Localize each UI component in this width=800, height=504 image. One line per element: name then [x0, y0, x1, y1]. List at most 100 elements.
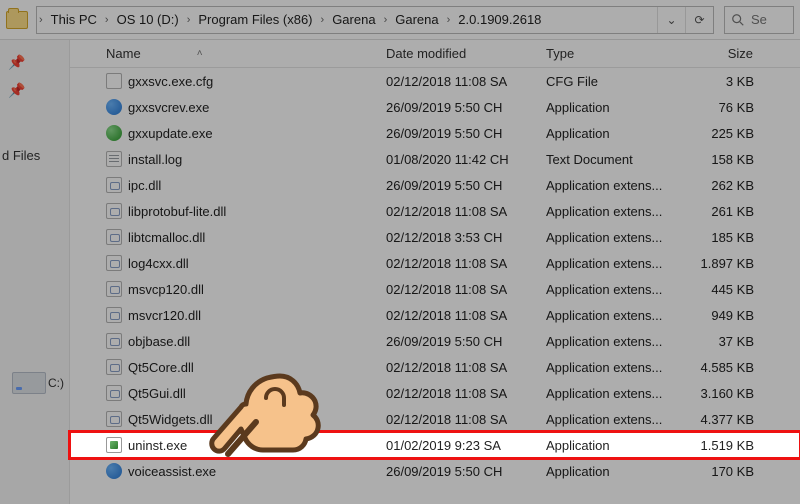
file-row[interactable]: objbase.dll26/09/2019 5:50 CHApplication…: [70, 328, 800, 354]
file-date: 26/09/2019 5:50 CH: [380, 464, 540, 479]
file-icon: [106, 437, 122, 453]
file-icon: [106, 177, 122, 193]
breadcrumb-item[interactable]: 2.0.1909.2618: [452, 7, 547, 33]
chevron-right-icon: ›: [37, 14, 45, 26]
file-type: Application extens...: [540, 230, 680, 245]
file-date: 26/09/2019 5:50 CH: [380, 100, 540, 115]
file-type: Application extens...: [540, 178, 680, 193]
file-size: 949 KB: [680, 308, 760, 323]
file-row[interactable]: Qt5Widgets.dll 02/12/2018 11:08 SAApplica…: [70, 406, 800, 432]
file-type: Application extens...: [540, 412, 680, 427]
file-row[interactable]: gxxsvc.exe.cfg 02/12/2018 11:08 SACFG Fil…: [70, 68, 800, 94]
file-type: Application extens...: [540, 308, 680, 323]
search-input[interactable]: Se: [724, 6, 794, 34]
file-date: 02/12/2018 11:08 SA: [380, 256, 540, 271]
file-date: 01/02/2019 9:23 SA: [380, 438, 540, 453]
file-name: Qt5Widgets.dll: [128, 412, 213, 427]
chevron-down-icon[interactable]: ⌄: [657, 6, 685, 34]
file-icon: [106, 99, 122, 115]
breadcrumb-item[interactable]: Garena: [326, 7, 381, 33]
file-type: Application extens...: [540, 256, 680, 271]
breadcrumb-item[interactable]: Garena: [389, 7, 444, 33]
breadcrumb-item[interactable]: OS 10 (D:): [111, 7, 185, 33]
file-list: gxxsvc.exe.cfg02/12/2018 11:08 SACFG Fil…: [70, 68, 800, 484]
breadcrumb-item[interactable]: This PC: [45, 7, 103, 33]
file-size: 1.519 KB: [680, 438, 760, 453]
file-size: 262 KB: [680, 178, 760, 193]
file-row-highlighted[interactable]: uninst.exe01/02/2019 9:23 SAApplication1…: [70, 432, 800, 458]
file-date: 01/08/2020 11:42 CH: [380, 152, 540, 167]
file-icon: [106, 229, 122, 245]
file-name: Qt5Core.dll: [128, 360, 194, 375]
column-label: Name: [106, 46, 141, 61]
file-size: 170 KB: [680, 464, 760, 479]
file-row[interactable]: gxxupdate.exe26/09/2019 5:50 CHApplicati…: [70, 120, 800, 146]
column-header-date[interactable]: Date modified: [380, 40, 540, 67]
file-name: gxxsvc.exe.cfg: [128, 74, 213, 89]
file-size: 4.377 KB: [680, 412, 760, 427]
chevron-right-icon: ›: [185, 14, 193, 26]
file-name: install.log: [128, 152, 182, 167]
file-type: Application extens...: [540, 360, 680, 375]
file-name: libtcmalloc.dll: [128, 230, 205, 245]
file-name: ipc.dll: [128, 178, 161, 193]
file-date: 02/12/2018 11:08 SA: [380, 412, 540, 427]
refresh-icon[interactable]: ⟳: [685, 6, 713, 34]
file-icon: [106, 463, 122, 479]
file-type: Application extens...: [540, 386, 680, 401]
chevron-right-icon: ›: [445, 14, 453, 26]
column-header-size[interactable]: Size: [680, 40, 760, 67]
file-row[interactable]: libtcmalloc.dll 02/12/2018 3:53 CHApplica…: [70, 224, 800, 250]
chevron-right-icon: ›: [382, 14, 390, 26]
column-header-name[interactable]: Name ˄: [100, 40, 380, 67]
file-size: 1.897 KB: [680, 256, 760, 271]
file-row[interactable]: libprotobuf-lite.dll02/12/2018 11:08 SAA…: [70, 198, 800, 224]
file-row[interactable]: ipc.dll26/09/2019 5:50 CHApplication ext…: [70, 172, 800, 198]
drive-icon[interactable]: [12, 372, 46, 394]
file-row[interactable]: install.log 01/08/2020 11:42 CHText Docum…: [70, 146, 800, 172]
file-type: Application extens...: [540, 204, 680, 219]
file-type: Text Document: [540, 152, 680, 167]
address-bar[interactable]: › This PC › OS 10 (D:) › Program Files (…: [36, 6, 714, 34]
file-icon: [106, 359, 122, 375]
sidebar-item-label[interactable]: d Files: [2, 148, 40, 163]
file-row[interactable]: voiceassist.exe26/09/2019 5:50 CHApplica…: [70, 458, 800, 484]
file-row[interactable]: Qt5Gui.dll02/12/2018 11:08 SAApplication…: [70, 380, 800, 406]
file-name: log4cxx.dll: [128, 256, 189, 271]
file-icon: [106, 125, 122, 141]
file-row[interactable]: gxxsvcrev.exe26/09/2019 5:50 CHApplicati…: [70, 94, 800, 120]
file-icon: [106, 307, 122, 323]
file-date: 02/12/2018 11:08 SA: [380, 74, 540, 89]
file-row[interactable]: log4cxx.dll 02/12/2018 11:08 SAApplicatio…: [70, 250, 800, 276]
file-type: Application: [540, 464, 680, 479]
drive-label: C:): [48, 376, 64, 390]
breadcrumb-item[interactable]: Program Files (x86): [192, 7, 318, 33]
file-type: CFG File: [540, 74, 680, 89]
file-date: 26/09/2019 5:50 CH: [380, 334, 540, 349]
file-date: 26/09/2019 5:50 CH: [380, 126, 540, 141]
pin-icon: 📌: [8, 82, 25, 99]
file-row[interactable]: msvcp120.dll02/12/2018 11:08 SAApplicati…: [70, 276, 800, 302]
file-icon: [106, 151, 122, 167]
file-size: 4.585 KB: [680, 360, 760, 375]
file-size: 185 KB: [680, 230, 760, 245]
chevron-right-icon: ›: [319, 14, 327, 26]
file-name: uninst.exe: [128, 438, 187, 453]
file-size: 37 KB: [680, 334, 760, 349]
file-size: 225 KB: [680, 126, 760, 141]
file-name: libprotobuf-lite.dll: [128, 204, 226, 219]
file-icon: [106, 385, 122, 401]
column-header-type[interactable]: Type: [540, 40, 680, 67]
file-size: 3 KB: [680, 74, 760, 89]
pin-icon: 📌: [8, 54, 25, 71]
file-date: 02/12/2018 11:08 SA: [380, 386, 540, 401]
file-name: msvcp120.dll: [128, 282, 204, 297]
file-row[interactable]: msvcr120.dll02/12/2018 11:08 SAApplicati…: [70, 302, 800, 328]
file-name: gxxsvcrev.exe: [128, 100, 209, 115]
file-icon: [106, 255, 122, 271]
file-row[interactable]: Qt5Core.dll 02/12/2018 11:08 SAApplicatio…: [70, 354, 800, 380]
file-date: 02/12/2018 11:08 SA: [380, 360, 540, 375]
toolbar: › This PC › OS 10 (D:) › Program Files (…: [0, 0, 800, 40]
file-date: 02/12/2018 3:53 CH: [380, 230, 540, 245]
search-icon: [731, 13, 745, 27]
